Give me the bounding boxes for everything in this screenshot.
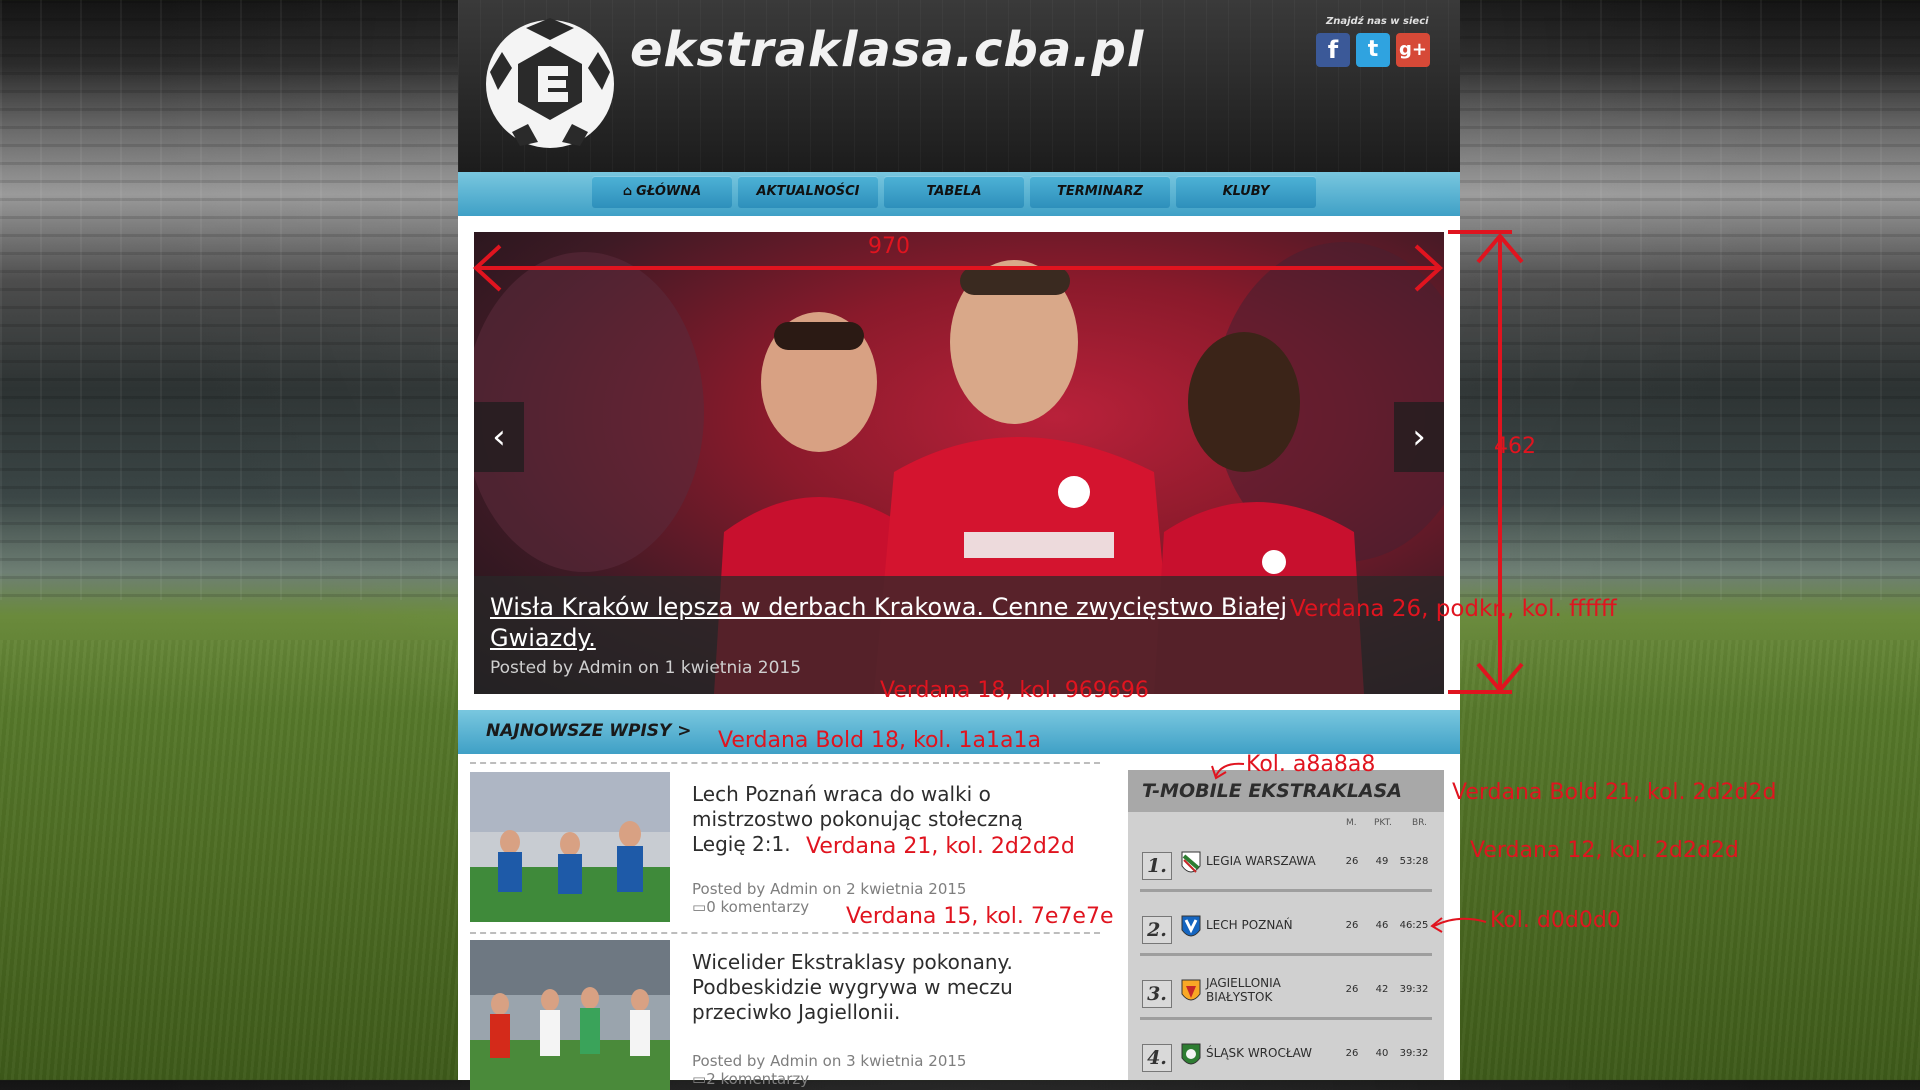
annotation-height: 462: [1494, 434, 1536, 459]
annotation-post-title-spec: Verdana 21, kol. 2d2d2d: [806, 834, 1075, 859]
facebook-glyph: f: [1327, 36, 1339, 64]
column-matches: M.: [1346, 818, 1357, 828]
slide-title-link[interactable]: Wisła Kraków lepsza w derbach Krakowa. C…: [490, 592, 1290, 654]
nav-label: KLUBY: [1222, 184, 1270, 199]
annotation-width: 970: [868, 234, 910, 259]
slide-meta: Posted by Admin on 1 kwietnia 2015: [490, 658, 802, 678]
post-comments-link[interactable]: ▭2 komentarzy: [692, 1070, 809, 1088]
nav-label: GŁÓWNA: [636, 184, 702, 199]
annotation-slide-title-spec: Verdana 26, podkr., kol. ffffff: [1290, 596, 1617, 622]
comment-icon: ▭: [692, 1070, 707, 1088]
slider-next-button[interactable]: ›: [1394, 402, 1444, 472]
lech-crest-icon: [1181, 915, 1201, 937]
league-team[interactable]: LEGIA WARSZAWA: [1206, 854, 1326, 868]
post-meta: Posted by Admin on 3 kwietnia 2015: [692, 1052, 967, 1070]
league-goals: 39:32: [1399, 984, 1429, 995]
post-divider: [470, 932, 1100, 934]
post-divider: [470, 762, 1100, 764]
post-thumbnail[interactable]: [470, 940, 670, 1090]
league-table-title[interactable]: T-MOBILE EKSTRAKLASA: [1142, 780, 1402, 802]
jagiellonia-crest-icon: [1181, 979, 1201, 1001]
row-separator: [1140, 889, 1432, 892]
league-position: 4.: [1142, 1044, 1172, 1072]
row-separator: [1140, 1017, 1432, 1020]
annotation-league-bg-spec: Kol. d0d0d0: [1490, 908, 1621, 933]
league-goals: 53:28: [1399, 856, 1429, 867]
league-row[interactable]: 4. ŚLĄSK WROCŁAW 26 40 39:32: [1140, 1024, 1432, 1084]
site-title[interactable]: ekstraklasa.cba.pl: [630, 22, 1144, 78]
post-comments-count: 2 komentarzy: [706, 1070, 810, 1088]
social-label: Znajdź nas w sieci: [1326, 16, 1429, 27]
googleplus-glyph: g+: [1399, 39, 1427, 60]
league-goals: 46:25: [1399, 920, 1429, 931]
annotation-league-title-spec: Verdana Bold 21, kol. 2d2d2d: [1452, 780, 1777, 805]
nav-label: TERMINARZ: [1057, 184, 1143, 199]
nav-item-tabela[interactable]: TABELA: [884, 176, 1024, 208]
site-header: ekstraklasa.cba.pl Znajdź nas w sieci f …: [458, 0, 1460, 172]
post-thumbnail[interactable]: [470, 772, 670, 922]
league-position: 1.: [1142, 852, 1172, 880]
home-icon: ⌂: [622, 184, 633, 199]
league-goals: 39:32: [1399, 1048, 1429, 1059]
post-meta: Posted by Admin on 2 kwietnia 2015: [692, 880, 967, 898]
league-row[interactable]: 3. JAGIELLONIA BIAŁYSTOK 26 42 39:32: [1140, 960, 1432, 1020]
slider-prev-button[interactable]: ‹: [474, 402, 524, 472]
main-nav: ⌂ GŁÓWNA AKTUALNOŚCI TABELA TERMINARZ KLU…: [458, 172, 1460, 216]
post-item[interactable]: Wicelider Ekstraklasy pokonany. Podbeski…: [470, 940, 1100, 1090]
nav-item-glowna[interactable]: ⌂ GŁÓWNA: [592, 176, 732, 208]
league-team[interactable]: JAGIELLONIA BIAŁYSTOK: [1206, 976, 1326, 1004]
slask-crest-icon: [1181, 1043, 1201, 1065]
ekstraklasa-logo-icon[interactable]: [482, 16, 618, 152]
nav-label: AKTUALNOŚCI: [756, 184, 860, 199]
annotation-league-head-spec: Kol. a8a8a8: [1246, 752, 1376, 777]
annotation-slide-meta-spec: Verdana 18, kol. 969696: [880, 678, 1149, 703]
league-row[interactable]: 2. LECH POZNAŃ 26 46 46:25: [1140, 896, 1432, 956]
legia-crest-icon: [1181, 851, 1201, 873]
league-team[interactable]: LECH POZNAŃ: [1206, 918, 1326, 932]
nav-label: TABELA: [926, 184, 982, 199]
post-comments-link[interactable]: ▭0 komentarzy: [692, 898, 809, 916]
chevron-right-icon: ›: [1412, 417, 1426, 457]
nav-item-kluby[interactable]: KLUBY: [1176, 176, 1316, 208]
column-points: PKT.: [1374, 818, 1392, 828]
googleplus-icon[interactable]: g+: [1396, 33, 1430, 67]
row-separator: [1140, 953, 1432, 956]
comment-icon: ▭: [692, 898, 707, 916]
league-table-widget: T-MOBILE EKSTRAKLASA M. PKT. BR. 1. LEGI…: [1128, 770, 1444, 1080]
slide-caption: Wisła Kraków lepsza w derbach Krakowa. C…: [474, 576, 1444, 694]
league-position: 3.: [1142, 980, 1172, 1008]
league-team[interactable]: ŚLĄSK WROCŁAW: [1206, 1046, 1326, 1060]
league-row[interactable]: 1. LEGIA WARSZAWA 26 49 53:28: [1140, 832, 1432, 892]
nav-item-terminarz[interactable]: TERMINARZ: [1030, 176, 1170, 208]
annotation-section-spec: Verdana Bold 18, kol. 1a1a1a: [718, 728, 1041, 753]
league-position: 2.: [1142, 916, 1172, 944]
chevron-left-icon: ‹: [492, 417, 506, 457]
post-title-link[interactable]: Wicelider Ekstraklasy pokonany. Podbeski…: [692, 950, 1072, 1025]
featured-slider[interactable]: ‹ › Wisła Kraków lepsza w derbach Krakow…: [474, 232, 1444, 694]
section-title[interactable]: NAJNOWSZE WPISY >: [486, 721, 692, 741]
twitter-glyph: t: [1367, 37, 1379, 62]
nav-item-aktualnosci[interactable]: AKTUALNOŚCI: [738, 176, 878, 208]
twitter-icon[interactable]: t: [1356, 33, 1390, 67]
post-comments-count: 0 komentarzy: [706, 898, 810, 916]
annotation-post-meta-spec: Verdana 15, kol. 7e7e7e: [846, 904, 1114, 929]
column-goals: BR.: [1412, 818, 1427, 828]
annotation-league-row-spec: Verdana 12, kol. 2d2d2d: [1470, 838, 1739, 863]
facebook-icon[interactable]: f: [1316, 33, 1350, 67]
